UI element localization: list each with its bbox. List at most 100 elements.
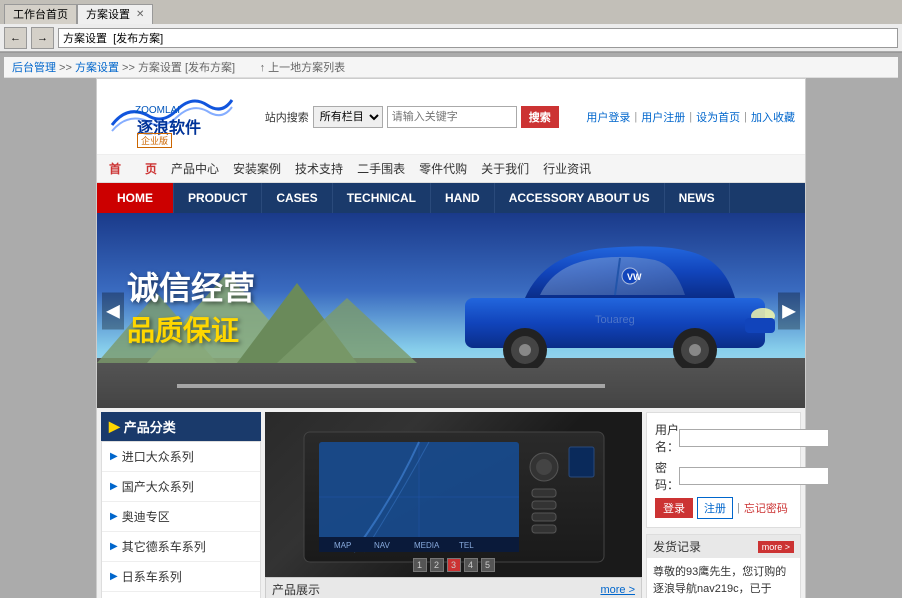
sidebar: ▶ 产品分类 ▶ 进口大众系列 ▶ 国产大众系列 ▶ 奥迪专区 — [101, 412, 261, 598]
top-nav: 首 页 产品中心 安装案例 技术支持 二手围表 零件代购 关于我们 行业资讯 — [97, 155, 805, 183]
main-nav-product[interactable]: PRODUCT — [174, 183, 262, 213]
hero-prev-button[interactable]: ◀ — [102, 292, 124, 329]
top-nav-parts[interactable]: 零件代购 — [415, 158, 471, 179]
right-panel: 用户名： 密 码： 登录 注册 | 忘记密码 — [646, 412, 801, 598]
site-container: 逐浪软件 ZOOMLAI 企业版 站内搜索 所有栏目 搜索 用户登录 | 用户注… — [96, 78, 806, 598]
set-homepage-link[interactable]: 设为首页 — [696, 109, 740, 125]
product-dot-5[interactable]: 5 — [481, 558, 495, 572]
product-more-link[interactable]: more > — [600, 584, 635, 596]
user-login-link[interactable]: 用户登录 — [586, 109, 630, 125]
sidebar-title-icon: ▶ — [109, 418, 120, 435]
search-label: 站内搜索 — [265, 109, 309, 125]
forward-button[interactable]: → — [31, 27, 54, 49]
hero-line1: 诚信经营 — [127, 263, 255, 309]
sidebar-item-icon: ▶ — [110, 571, 118, 582]
top-nav-technical[interactable]: 技术支持 — [291, 158, 347, 179]
main-nav-news[interactable]: NEWS — [665, 183, 730, 213]
product-dot-2[interactable]: 2 — [430, 558, 444, 572]
product-dot-1[interactable]: 1 — [413, 558, 427, 572]
sidebar-item-german[interactable]: ▶ 其它德系车系列 — [102, 532, 260, 562]
svg-text:MEDIA: MEDIA — [414, 541, 440, 550]
product-stereo-svg: MAP NAV MEDIA TEL — [274, 417, 634, 572]
toolbar: ← → — [0, 24, 902, 52]
sidebar-item-audi[interactable]: ▶ 奥迪专区 — [102, 502, 260, 532]
search-select[interactable]: 所有栏目 — [313, 106, 383, 128]
username-label: 用户名： — [655, 421, 679, 455]
sidebar-item-icon: ▶ — [110, 541, 118, 552]
message-title-bar: 发货记录 more > — [647, 535, 800, 558]
main-nav-hand[interactable]: HAND — [431, 183, 495, 213]
svg-text:VW: VW — [627, 272, 642, 282]
username-input[interactable] — [679, 429, 829, 447]
product-display-box: MAP NAV MEDIA TEL — [265, 412, 642, 577]
sidebar-item-icon: ▶ — [110, 451, 118, 462]
top-nav-about[interactable]: 关于我们 — [477, 158, 533, 179]
sidebar-item-maintenance[interactable]: ▶ 养护产品系列 — [102, 592, 260, 598]
svg-text:NAV: NAV — [374, 541, 391, 550]
car-svg: VW Touareg — [445, 213, 785, 368]
sidebar-item-vw-import[interactable]: ▶ 进口大众系列 — [102, 442, 260, 472]
tab-close-icon[interactable]: ✕ — [136, 9, 144, 20]
register-button[interactable]: 注册 — [697, 497, 733, 519]
sidebar-item-japanese[interactable]: ▶ 日系车系列 — [102, 562, 260, 592]
logo-badge: 企业版 — [137, 133, 172, 148]
add-favorites-link[interactable]: 加入收藏 — [751, 109, 795, 125]
sidebar-item-icon: ▶ — [110, 511, 118, 522]
svg-text:MAP: MAP — [334, 541, 351, 550]
sidebar-title-text: 产品分类 — [124, 417, 176, 436]
tab-bar: 工作台首页 方案设置 ✕ — [0, 0, 902, 24]
product-nav-dots: 1 2 3 4 5 — [413, 558, 495, 572]
breadcrumb-note: ↑ 上一地方案列表 — [260, 62, 346, 74]
browser-chrome: 工作台首页 方案设置 ✕ ← → — [0, 0, 902, 53]
message-more-button[interactable]: more > — [758, 541, 794, 553]
search-input[interactable] — [387, 106, 517, 128]
svg-text:ZOOMLAI: ZOOMLAI — [135, 105, 180, 116]
tab-home[interactable]: 工作台首页 — [4, 4, 77, 24]
logo-svg: 逐浪软件 ZOOMLAI — [107, 85, 237, 137]
main-nav-home[interactable]: HOME — [97, 183, 174, 213]
user-register-link[interactable]: 用户注册 — [641, 109, 685, 125]
product-title-bar: 产品展示 more > — [265, 577, 642, 598]
address-bar[interactable] — [58, 28, 898, 48]
main-nav: HOME PRODUCT CASES TECHNICAL HAND ACCESS… — [97, 183, 805, 213]
login-box: 用户名： 密 码： 登录 注册 | 忘记密码 — [646, 412, 801, 528]
breadcrumb-home[interactable]: 后台管理 — [12, 62, 56, 74]
logo-area: 逐浪软件 ZOOMLAI 企业版 — [107, 85, 237, 148]
top-nav-cases[interactable]: 安装案例 — [229, 158, 285, 179]
svg-text:TEL: TEL — [459, 541, 474, 550]
page-wrapper: 后台管理 >> 方案设置 >> 方案设置 [发布方案] ↑ 上一地方案列表 — [0, 53, 902, 598]
hero-next-button[interactable]: ▶ — [778, 292, 800, 329]
top-nav-home[interactable]: 首 页 — [105, 158, 161, 179]
hero-line2: 品质保证 — [127, 309, 255, 349]
search-button[interactable]: 搜索 — [521, 106, 559, 128]
message-text-1: 尊敬的93鹰先生，您订购的逐浪导航nav219c，已于2010年7月27日发到达… — [653, 566, 787, 598]
hero-text: 诚信经营 品质保证 — [127, 263, 255, 349]
login-button[interactable]: 登录 — [655, 498, 693, 518]
product-display-image: MAP NAV MEDIA TEL — [265, 412, 642, 577]
site-header: 逐浪软件 ZOOMLAI 企业版 站内搜索 所有栏目 搜索 用户登录 | 用户注… — [97, 79, 805, 155]
tab-settings[interactable]: 方案设置 ✕ — [77, 4, 153, 24]
breadcrumb-settings[interactable]: 方案设置 — [75, 62, 119, 74]
sidebar-item-vw-domestic[interactable]: ▶ 国产大众系列 — [102, 472, 260, 502]
main-nav-cases[interactable]: CASES — [262, 183, 332, 213]
product-dot-3[interactable]: 3 — [447, 558, 461, 572]
sidebar-item-icon: ▶ — [110, 481, 118, 492]
sidebar-title: ▶ 产品分类 — [101, 412, 261, 441]
main-content: ▶ 产品分类 ▶ 进口大众系列 ▶ 国产大众系列 ▶ 奥迪专区 — [97, 408, 805, 598]
login-buttons: 登录 注册 | 忘记密码 — [655, 497, 792, 519]
hero-banner: 诚信经营 品质保证 — [97, 213, 805, 408]
message-title-text: 发货记录 — [653, 538, 701, 555]
top-nav-news[interactable]: 行业资讯 — [539, 158, 595, 179]
message-content: 尊敬的93鹰先生，您订购的逐浪导航nav219c，已于2010年7月27日发到达… — [647, 558, 800, 598]
password-label: 密 码： — [655, 459, 679, 493]
top-nav-product[interactable]: 产品中心 — [167, 158, 223, 179]
main-nav-accessory[interactable]: ACCESSORY ABOUT US — [495, 183, 665, 213]
product-dot-4[interactable]: 4 — [464, 558, 478, 572]
forgot-password-link[interactable]: 忘记密码 — [744, 500, 788, 516]
sidebar-items: ▶ 进口大众系列 ▶ 国产大众系列 ▶ 奥迪专区 ▶ 其它德系车系列 — [101, 441, 261, 598]
top-nav-hand[interactable]: 二手围表 — [353, 158, 409, 179]
main-nav-technical[interactable]: TECHNICAL — [333, 183, 431, 213]
back-button[interactable]: ← — [4, 27, 27, 49]
password-input[interactable] — [679, 467, 829, 485]
svg-text:Touareg: Touareg — [595, 314, 635, 326]
